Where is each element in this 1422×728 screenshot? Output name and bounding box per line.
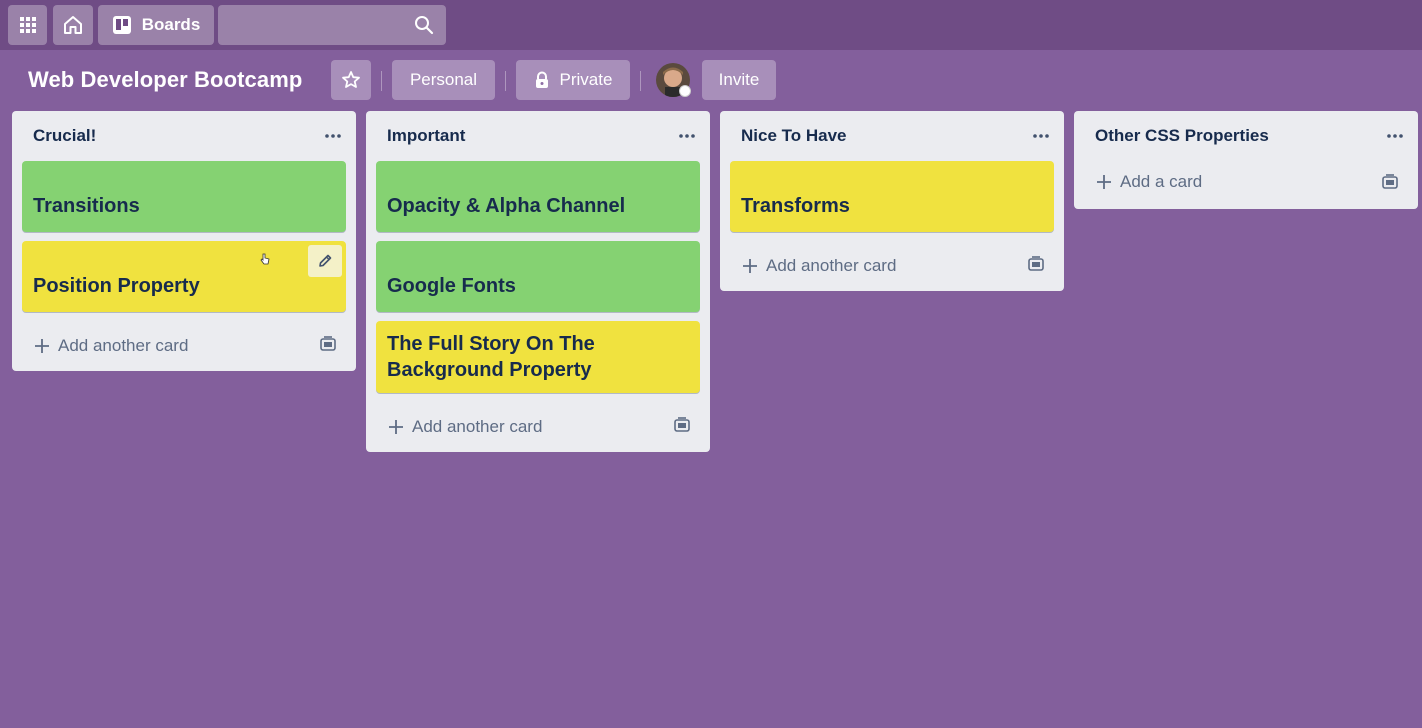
personal-label: Personal — [409, 70, 478, 89]
search-input[interactable] — [218, 5, 446, 45]
list-header: Nice To Have — [720, 111, 1064, 161]
add-card-label: Add a card — [1120, 172, 1203, 191]
card-template-icon[interactable] — [1382, 174, 1398, 190]
list-header: Other CSS Properties — [1074, 111, 1418, 161]
card-title: The Full Story On The Background Propert… — [387, 333, 595, 381]
header-divider — [381, 71, 382, 91]
card-title: Transitions — [33, 194, 140, 217]
list: Important Opacity & Alpha Channel Google… — [366, 111, 710, 452]
plus-icon — [1097, 175, 1111, 189]
add-card-label: Add another card — [58, 336, 189, 355]
visibility-button[interactable]: Private — [516, 60, 630, 100]
apps-button[interactable] — [8, 5, 47, 45]
card-title: Position Property — [33, 274, 200, 297]
card[interactable]: The Full Story On The Background Propert… — [376, 321, 700, 393]
add-card-label: Add another card — [412, 417, 543, 436]
more-icon[interactable] — [324, 133, 342, 139]
top-bar: Boards — [0, 0, 1422, 50]
card-list: Opacity & Alpha Channel Google Fonts The… — [366, 161, 710, 393]
card-template-icon[interactable] — [320, 336, 336, 352]
list-header: Important — [366, 111, 710, 161]
card-template-icon[interactable] — [674, 417, 690, 433]
more-icon[interactable] — [1032, 133, 1050, 139]
list-title[interactable]: Crucial! — [33, 126, 96, 146]
search-icon[interactable] — [414, 15, 434, 35]
more-icon[interactable] — [1386, 133, 1404, 139]
list-footer: Add another card — [12, 321, 356, 371]
private-label: Private — [559, 70, 613, 89]
invite-label: Invite — [718, 70, 760, 89]
search-box[interactable] — [218, 5, 446, 45]
list-footer: Add another card — [720, 241, 1064, 291]
list-footer: Add a card — [1074, 161, 1418, 209]
list-header: Crucial! — [12, 111, 356, 161]
grid-icon — [19, 17, 36, 33]
lock-icon — [535, 71, 548, 88]
card-title: Transforms — [741, 194, 850, 217]
card-template-icon[interactable] — [1028, 256, 1044, 272]
star-button[interactable] — [331, 60, 371, 100]
card-list: Transitions Position Property — [12, 161, 356, 312]
personal-button[interactable]: Personal — [392, 60, 495, 100]
card-title: Opacity & Alpha Channel — [387, 194, 626, 217]
add-card-button[interactable]: Add another card — [388, 413, 542, 441]
list-title[interactable]: Nice To Have — [741, 126, 847, 146]
star-icon — [342, 71, 360, 88]
more-icon[interactable] — [678, 133, 696, 139]
card[interactable]: Transitions — [22, 161, 346, 232]
invite-button[interactable]: Invite — [702, 60, 776, 100]
card-list: Transforms — [720, 161, 1064, 232]
plus-icon — [743, 259, 757, 273]
board-title[interactable]: Web Developer Bootcamp — [28, 67, 302, 93]
add-card-button[interactable]: Add a card — [1096, 168, 1202, 196]
home-button[interactable] — [53, 5, 93, 45]
home-icon — [64, 16, 82, 34]
boards-button[interactable]: Boards — [98, 5, 214, 45]
card[interactable]: Google Fonts — [376, 241, 700, 312]
list: Other CSS Properties Add a card — [1074, 111, 1418, 209]
header-divider — [640, 71, 641, 91]
list-title[interactable]: Other CSS Properties — [1095, 126, 1269, 146]
plus-icon — [35, 339, 49, 353]
hand-cursor-icon — [260, 253, 270, 265]
list-footer: Add another card — [366, 402, 710, 452]
card-title: Google Fonts — [387, 274, 516, 297]
card[interactable]: Opacity & Alpha Channel — [376, 161, 700, 232]
plus-icon — [389, 420, 403, 434]
card[interactable]: Position Property — [22, 241, 346, 312]
add-card-button[interactable]: Add another card — [34, 332, 188, 360]
admin-badge-icon — [679, 85, 691, 97]
boards-icon — [112, 16, 131, 34]
list: Crucial! Transitions Position Property A… — [12, 111, 356, 371]
list-title[interactable]: Important — [387, 126, 465, 146]
add-card-label: Add another card — [766, 256, 897, 275]
boards-label: Boards — [141, 15, 201, 34]
list: Nice To Have Transforms Add another card — [720, 111, 1064, 291]
pencil-icon — [319, 254, 332, 267]
card[interactable]: Transforms — [730, 161, 1054, 232]
edit-card-button[interactable] — [308, 245, 342, 277]
board-header: Web Developer Bootcamp Personal Private … — [0, 56, 1422, 106]
add-card-button[interactable]: Add another card — [742, 252, 896, 280]
header-divider — [505, 71, 506, 91]
